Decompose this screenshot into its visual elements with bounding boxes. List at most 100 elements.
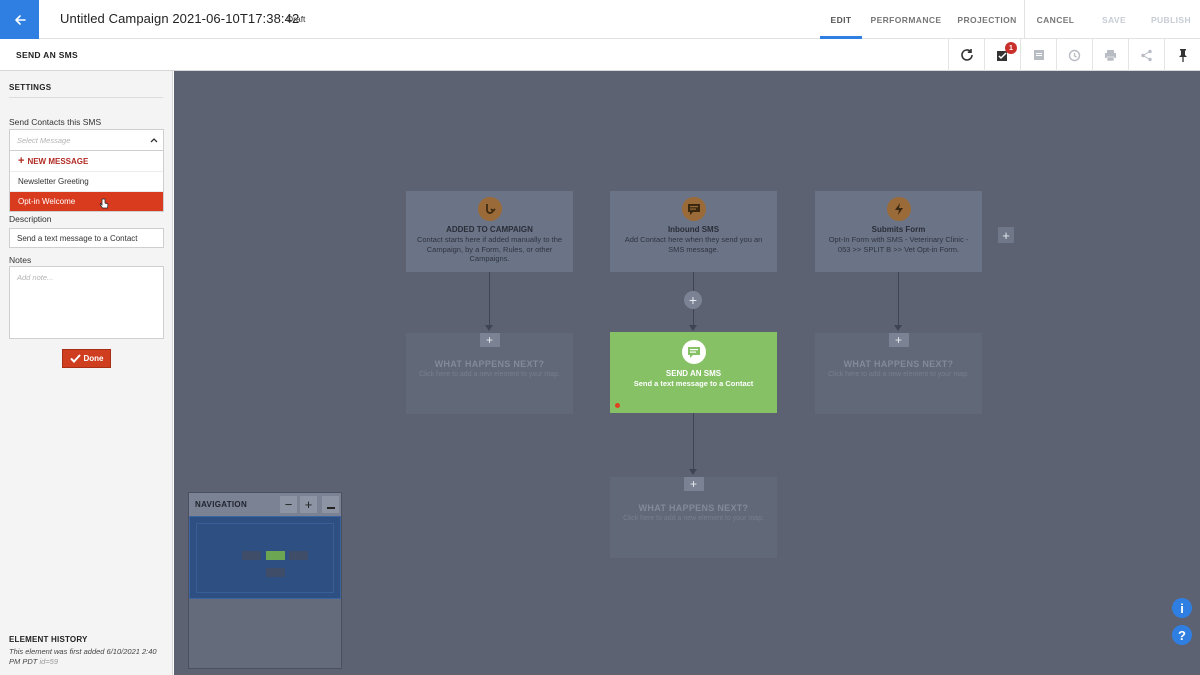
status-dot [615,403,620,408]
top-nav: EDIT PERFORMANCE PROJECTION CANCEL SAVE … [820,0,1200,39]
add-trigger-button[interactable]: + [998,227,1014,243]
tab-edit[interactable]: EDIT [820,0,862,39]
lightning-icon [886,197,911,221]
history-id: id=59 [39,657,58,666]
node-description: Send a text message to a Contact [633,379,754,388]
node-title: Submits Form [871,225,926,234]
history-icon [1068,49,1081,61]
notes-field[interactable]: Add note... [9,266,164,339]
sms-chat-icon [681,197,706,221]
settings-heading: SETTINGS [9,83,163,98]
toolbar-icons: 1 [948,39,1200,71]
publish-button[interactable]: PUBLISH [1142,0,1200,39]
print-button[interactable] [1092,39,1128,71]
node-title: SEND AN SMS [665,369,722,378]
printer-icon [1105,49,1116,61]
share-button[interactable] [1128,39,1164,71]
campaign-title[interactable]: Untitled Campaign 2021-06-10T17:38:42 [60,11,299,26]
info-icon[interactable]: i [1172,598,1192,618]
flag-arrow-icon [477,197,502,221]
message-select[interactable]: Select Message [9,129,164,151]
tab-performance[interactable]: PERFORMANCE [871,0,942,39]
dropdown-option-selected[interactable]: Opt-in Welcome [10,191,163,211]
tasks-button[interactable]: 1 [984,39,1020,71]
node-what-happens-next[interactable]: + WHAT HAPPENS NEXT? Click here to add a… [406,333,573,414]
description-field[interactable]: Send a text message to a Contact [9,228,164,248]
minimap-node [242,551,261,560]
minimize-icon [326,506,335,509]
hand-cursor-icon [99,198,109,209]
node-title: Inbound SMS [667,225,720,234]
document-icon [1033,50,1044,60]
notes-button[interactable] [1020,39,1056,71]
tasks-count-badge: 1 [1005,42,1017,54]
plus-icon[interactable]: + [479,333,500,347]
connector-arrow [689,325,697,331]
pin-icon [1178,49,1187,62]
minimize-button[interactable] [322,496,339,513]
node-submits-form[interactable]: Submits Form Opt-In Form with SMS - Vete… [815,191,982,272]
navigation-header: NAVIGATION − + [189,493,341,516]
new-message-label: NEW MESSAGE [27,156,89,166]
minimap-node [289,551,308,560]
plus-icon: + [18,154,25,167]
node-title: WHAT HAPPENS NEXT? [843,359,954,369]
save-button[interactable]: SAVE [1086,0,1142,39]
arrow-left-icon [14,14,26,25]
node-description: Click here to add a new element to your … [623,515,764,522]
notes-label: Notes [9,255,32,265]
top-bar: Untitled Campaign 2021-06-10T17:38:42 Dr… [0,0,1200,39]
done-button[interactable]: Done [62,349,111,368]
add-step-button[interactable]: + [684,291,702,309]
pin-button[interactable] [1164,39,1200,71]
help-icon[interactable]: ? [1172,625,1192,645]
minimap-viewport[interactable] [189,516,341,599]
connector-arrow [894,325,902,331]
plus-icon[interactable]: + [888,333,909,347]
tab-projection[interactable]: PROJECTION [957,0,1016,39]
node-title: ADDED TO CAMPAIGN [446,225,533,234]
connector-line [489,272,490,325]
zoom-out-button[interactable]: − [280,496,297,513]
navigation-title: NAVIGATION [195,500,248,509]
connector-line [693,413,694,469]
connector-line [898,272,899,325]
share-icon [1141,49,1152,61]
refresh-button[interactable] [948,39,984,71]
element-toolbar: SEND AN SMS 1 [0,39,1200,71]
back-button[interactable] [0,0,39,39]
history-added-text: This element was first added 6/10/2021 2… [9,647,157,666]
chevron-up-icon[interactable] [150,136,158,144]
history-heading: ELEMENT HISTORY [9,635,88,644]
node-description: Click here to add a new element to your … [419,371,560,378]
node-added-to-campaign[interactable]: ADDED TO CAMPAIGN Contact starts here if… [406,191,573,272]
minimap-node [266,568,285,577]
message-select-placeholder: Select Message [17,135,71,145]
plus-icon[interactable]: + [683,477,704,491]
node-title: WHAT HAPPENS NEXT? [434,359,545,369]
node-inbound-sms[interactable]: Inbound SMS Add Contact here when they s… [610,191,777,272]
node-send-an-sms[interactable]: SEND AN SMS Send a text message to a Con… [610,332,777,413]
zoom-in-button[interactable]: + [300,496,317,513]
send-contacts-label: Send Contacts this SMS [9,117,102,127]
dropdown-option[interactable]: Newsletter Greeting [10,171,163,191]
connector-arrow [689,469,697,475]
navigation-panel: NAVIGATION − + [188,492,342,669]
node-description: Add Contact here when they send you an S… [624,235,763,254]
settings-panel: SETTINGS Send Contacts this SMS Select M… [0,71,173,675]
node-what-happens-next[interactable]: + WHAT HAPPENS NEXT? Click here to add a… [815,333,982,414]
campaign-canvas[interactable]: ADDED TO CAMPAIGN Contact starts here if… [174,71,1200,675]
new-message-option[interactable]: + NEW MESSAGE [10,151,163,171]
node-description: Opt-In Form with SMS - Veterinary Clinic… [828,235,969,254]
history-text: This element was first added 6/10/2021 2… [9,647,167,667]
description-label: Description [9,214,52,224]
refresh-icon [960,49,973,61]
node-description: Click here to add a new element to your … [828,371,969,378]
cancel-button[interactable]: CANCEL [1024,0,1086,39]
node-what-happens-next[interactable]: + WHAT HAPPENS NEXT? Click here to add a… [610,477,777,558]
history-button[interactable] [1056,39,1092,71]
minimap-frame [196,523,334,593]
checkmark-icon [69,354,81,363]
message-dropdown: + NEW MESSAGE Newsletter Greeting Opt-in… [9,151,164,212]
sms-chat-icon [681,340,706,364]
